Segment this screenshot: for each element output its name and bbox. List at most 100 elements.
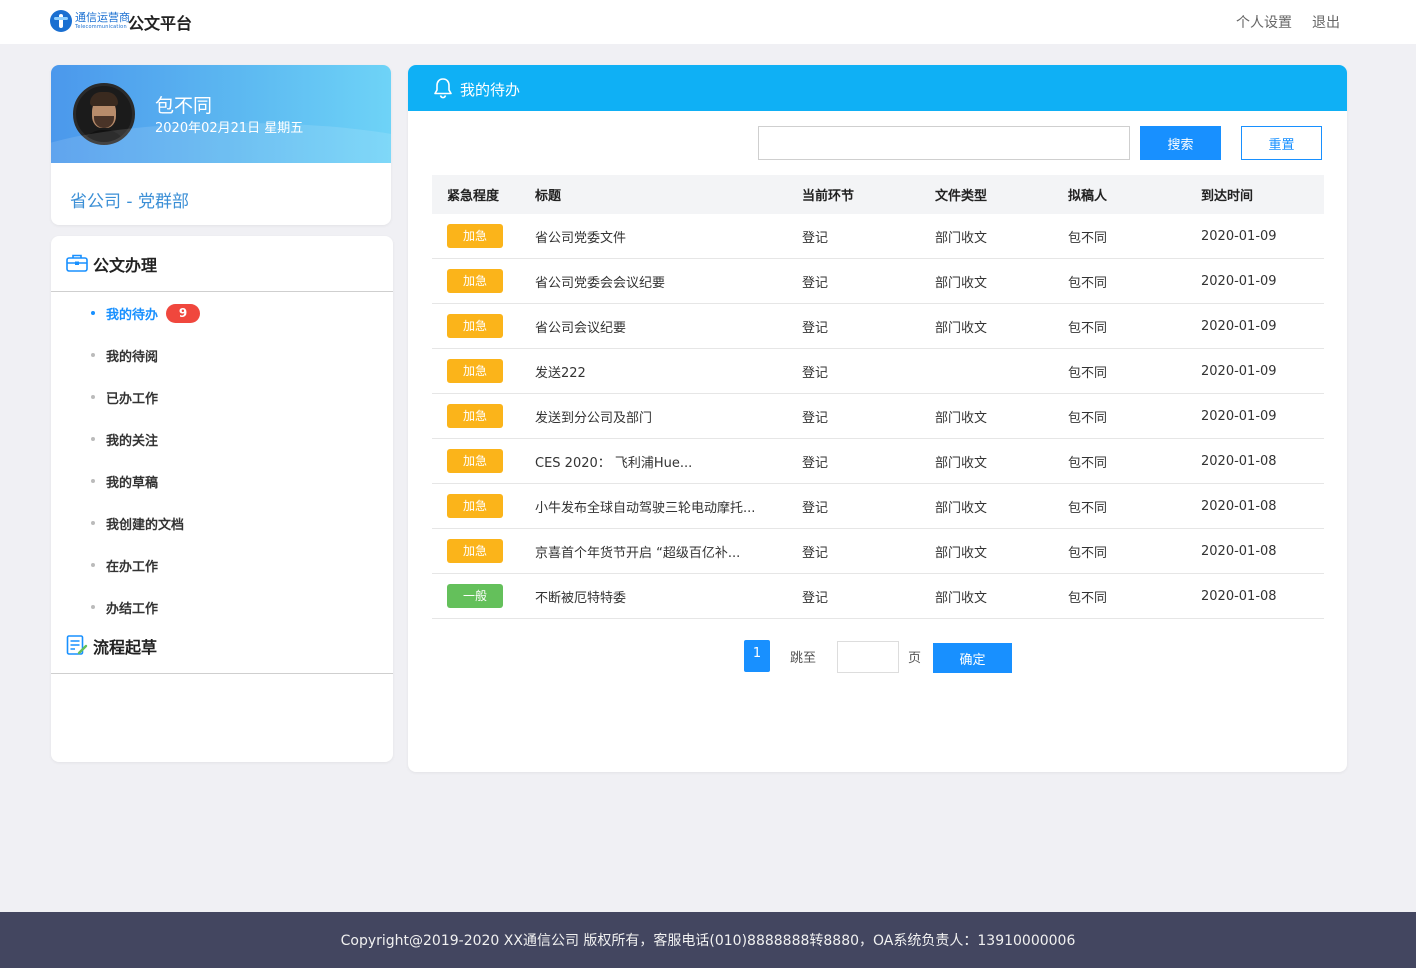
- pager-page-input[interactable]: [837, 641, 899, 673]
- doc-type-cell: 部门收文: [935, 500, 988, 516]
- author-cell: 包不同: [1068, 500, 1108, 516]
- column-header[interactable]: 标题: [535, 175, 785, 214]
- title-cell[interactable]: 省公司党委会会议纪要: [535, 259, 785, 303]
- pager-page-label: 页: [908, 651, 922, 666]
- user-banner: 包不同 2020年02月21日 星期五: [51, 65, 391, 163]
- sidebar-item-in-progress[interactable]: 在办工作: [91, 555, 158, 575]
- section-document-processing[interactable]: 公文办理: [51, 236, 393, 292]
- table-row[interactable]: 加急 发送222 登记 包不同 2020-01-09: [432, 349, 1324, 394]
- table-row[interactable]: 加急 CES 2020： 飞利浦Hue... 登记 部门收文 包不同 2020-01-08: [432, 439, 1324, 484]
- footer: Copyright@2019-2020 XX通信公司 版权所有，客服电话(010…: [0, 912, 1416, 968]
- title-cell[interactable]: 不断被厄特特委: [535, 574, 785, 618]
- column-header[interactable]: 拟稿人: [1068, 175, 1178, 214]
- footer-copyright: Copyright@2019-2020 XX通信公司 版权所有，客服电话(010…: [340, 933, 1076, 949]
- todo-panel: 我的待办 搜索 重置 紧急程度 标题 当前环节 文件类型 拟稿人 到达时间 加急…: [408, 65, 1347, 772]
- panel-header: 我的待办: [408, 65, 1347, 111]
- user-card: 包不同 2020年02月21日 星期五 省公司 - 党群部: [51, 65, 391, 225]
- priority-cell: 加急: [447, 304, 527, 348]
- column-header[interactable]: 当前环节: [802, 175, 912, 214]
- priority-cell: 加急: [447, 439, 527, 483]
- table-header: 紧急程度 标题 当前环节 文件类型 拟稿人 到达时间: [432, 175, 1324, 214]
- author-cell: 包不同: [1068, 275, 1108, 291]
- document-edit-icon: [66, 635, 88, 655]
- user-date: 2020年02月21日 星期五: [155, 121, 304, 136]
- company-logo[interactable]: 通信运营商 Telecommunication: [50, 9, 130, 33]
- table-row[interactable]: 加急 省公司党委会会议纪要 登记 部门收文 包不同 2020-01-09: [432, 259, 1324, 304]
- bell-icon: [434, 78, 452, 99]
- title-cell[interactable]: 发送222: [535, 349, 785, 393]
- table-row[interactable]: 加急 省公司党委文件 登记 部门收文 包不同 2020-01-09: [432, 214, 1324, 259]
- sidebar-item-label: 我创建的文档: [106, 517, 185, 533]
- arrival-time-cell: 2020-01-09: [1201, 228, 1277, 244]
- author-cell: 包不同: [1068, 590, 1108, 606]
- priority-tag: 加急: [447, 404, 503, 428]
- step-cell: 登记: [802, 320, 829, 336]
- pager-current-page[interactable]: 1: [744, 640, 770, 672]
- sidebar-item-label: 在办工作: [106, 559, 159, 575]
- arrival-time-cell: 2020-01-09: [1201, 363, 1277, 379]
- title-cell[interactable]: CES 2020： 飞利浦Hue...: [535, 439, 785, 483]
- arrival-time-cell: 2020-01-09: [1201, 273, 1277, 289]
- priority-cell: 加急: [447, 214, 527, 258]
- avatar[interactable]: [73, 83, 135, 145]
- step-cell: 登记: [802, 230, 829, 246]
- search-input[interactable]: [758, 126, 1130, 160]
- priority-cell: 加急: [447, 394, 527, 438]
- arrival-time-cell: 2020-01-08: [1201, 498, 1277, 514]
- table-row[interactable]: 一般 不断被厄特特委 登记 部门收文 包不同 2020-01-08: [432, 574, 1324, 619]
- priority-tag: 加急: [447, 224, 503, 248]
- sidebar-item-my-todo[interactable]: 我的待办 9: [91, 303, 201, 323]
- author-cell: 包不同: [1068, 455, 1108, 471]
- briefcase-icon: [66, 254, 88, 272]
- doc-type-cell: 部门收文: [935, 545, 988, 561]
- step-cell: 登记: [802, 590, 829, 606]
- user-name: 包不同: [155, 95, 213, 117]
- priority-cell: 一般: [447, 574, 527, 618]
- reset-button[interactable]: 重置: [1241, 126, 1322, 160]
- search-button[interactable]: 搜索: [1140, 126, 1221, 160]
- table-row[interactable]: 加急 发送到分公司及部门 登记 部门收文 包不同 2020-01-09: [432, 394, 1324, 439]
- sidebar-item-done-work[interactable]: 已办工作: [91, 387, 158, 407]
- sidebar-item-my-toread[interactable]: 我的待阅: [91, 345, 158, 365]
- app-title: 公文平台: [128, 14, 193, 33]
- doc-type-cell: 部门收文: [935, 455, 988, 471]
- doc-type-cell: [935, 349, 1045, 393]
- table-body: 加急 省公司党委文件 登记 部门收文 包不同 2020-01-09 加急 省公司党委会会议纪要…: [432, 214, 1324, 619]
- author-cell: 包不同: [1068, 410, 1108, 426]
- priority-tag: 加急: [447, 449, 503, 473]
- table-row[interactable]: 加急 小牛发布全球自动驾驶三轮电动摩托... 登记 部门收文 包不同 2020-01-08: [432, 484, 1324, 529]
- column-header[interactable]: 文件类型: [935, 175, 1045, 214]
- title-cell[interactable]: 小牛发布全球自动驾驶三轮电动摩托...: [535, 484, 785, 528]
- logout-link[interactable]: 退出: [1312, 12, 1340, 32]
- section-process-draft[interactable]: 流程起草: [51, 618, 393, 674]
- sidebar-item-label: 办结工作: [106, 601, 159, 617]
- title-cell[interactable]: 省公司会议纪要: [535, 304, 785, 348]
- pager-confirm-button[interactable]: 确定: [933, 643, 1012, 673]
- column-header[interactable]: 到达时间: [1201, 175, 1321, 214]
- author-cell: 包不同: [1068, 320, 1108, 336]
- logo-en-text: Telecommunication: [75, 24, 127, 30]
- sidebar-item-my-drafts[interactable]: 我的草稿: [91, 471, 158, 491]
- sidebar-item-my-follow[interactable]: 我的关注: [91, 429, 158, 449]
- table-row[interactable]: 加急 省公司会议纪要 登记 部门收文 包不同 2020-01-09: [432, 304, 1324, 349]
- author-cell: 包不同: [1068, 545, 1108, 561]
- title-cell[interactable]: 京喜首个年货节开启 “超级百亿补...: [535, 529, 785, 573]
- section-title: 公文办理: [93, 256, 158, 275]
- panel-title: 我的待办: [460, 81, 521, 99]
- settings-link[interactable]: 个人设置: [1236, 12, 1292, 32]
- priority-tag: 加急: [447, 314, 503, 338]
- doc-type-cell: 部门收文: [935, 590, 988, 606]
- priority-tag: 加急: [447, 539, 503, 563]
- priority-cell: 加急: [447, 484, 527, 528]
- column-header[interactable]: 紧急程度: [447, 175, 527, 214]
- sidebar-item-my-created-docs[interactable]: 我创建的文档: [91, 513, 184, 533]
- sidebar-item-label: 我的待阅: [106, 349, 159, 365]
- author-cell: 包不同: [1068, 365, 1108, 381]
- title-cell[interactable]: 省公司党委文件: [535, 214, 785, 258]
- title-cell[interactable]: 发送到分公司及部门: [535, 394, 785, 438]
- author-cell: 包不同: [1068, 230, 1108, 246]
- table-row[interactable]: 加急 京喜首个年货节开启 “超级百亿补... 登记 部门收文 包不同 2020-01-08: [432, 529, 1324, 574]
- doc-type-cell: 部门收文: [935, 230, 988, 246]
- sidebar-item-completed[interactable]: 办结工作: [91, 597, 158, 617]
- priority-cell: 加急: [447, 529, 527, 573]
